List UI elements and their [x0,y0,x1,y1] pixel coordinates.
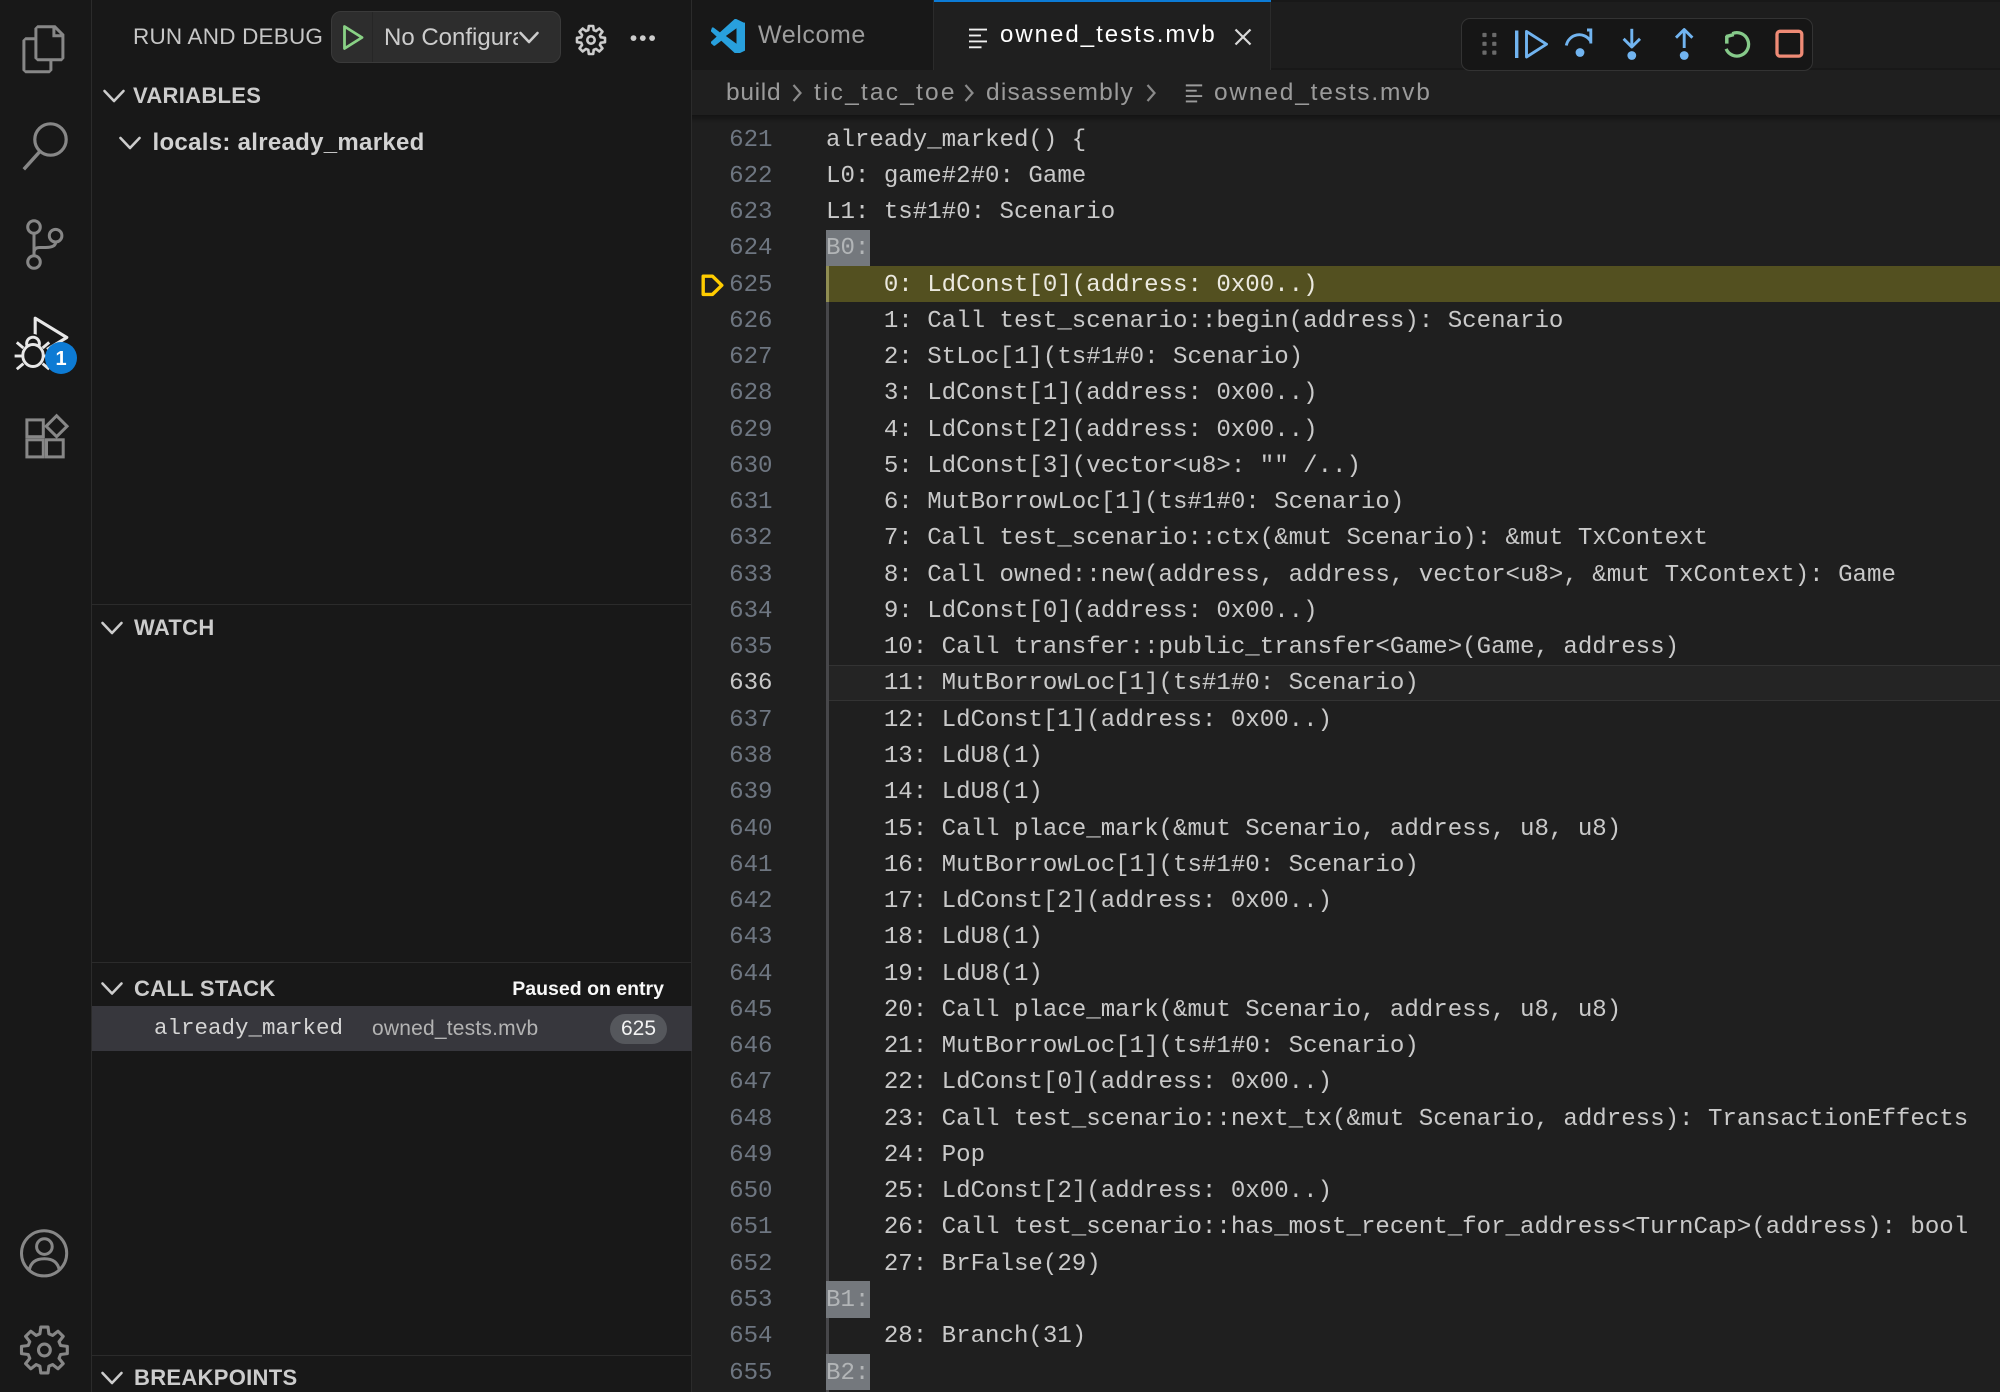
svg-text:1: 1 [55,348,66,370]
